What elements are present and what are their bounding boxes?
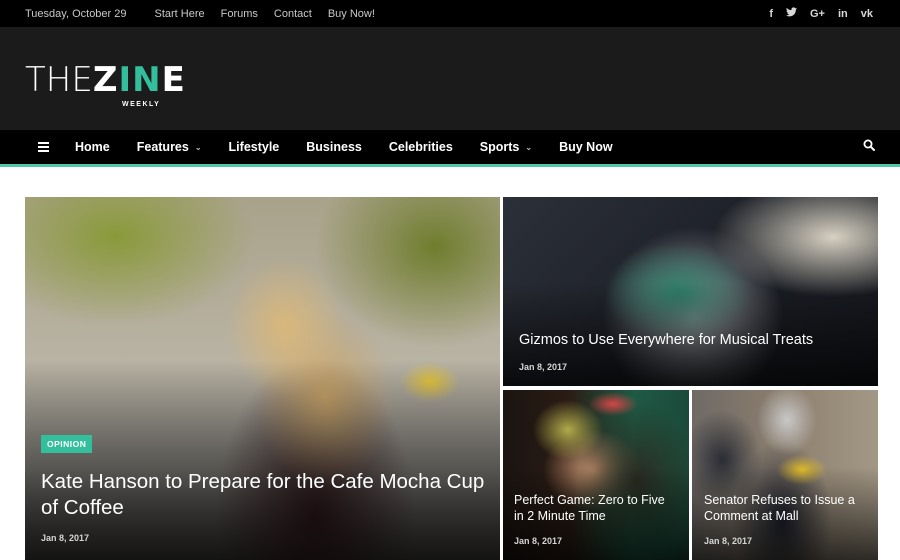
top-link-buy-now[interactable]: Buy Now! (328, 8, 375, 20)
nav-label: Buy Now (559, 140, 613, 154)
chevron-down-icon: ⌄ (194, 143, 202, 152)
nav-label: Celebrities (388, 140, 453, 154)
article-title[interactable]: Senator Refuses to Issue a Comment at Ma… (704, 492, 864, 524)
nav-label: Sports (479, 140, 520, 154)
nav-item-features[interactable]: Features ⌄ (137, 140, 202, 154)
site-header: THEZINE WEEKLY (0, 27, 900, 130)
twitter-icon[interactable] (785, 7, 797, 20)
hamburger-menu-icon[interactable] (38, 140, 49, 154)
nav-label: Home (75, 140, 110, 154)
nav-label: Lifestyle (228, 140, 280, 154)
article-content: Senator Refuses to Issue a Comment at Ma… (704, 492, 864, 546)
featured-article-bottom-right[interactable]: Senator Refuses to Issue a Comment at Ma… (692, 390, 878, 560)
nav-label: Business (306, 140, 362, 154)
chevron-down-icon: ⌄ (525, 143, 533, 152)
logo-text-the: THE (25, 60, 93, 100)
top-link-forums[interactable]: Forums (221, 8, 258, 20)
vk-icon[interactable]: vk (861, 8, 873, 20)
featured-article-bottom-left[interactable]: Perfect Game: Zero to Five in 2 Minute T… (503, 390, 689, 560)
nav-label: Features (136, 140, 189, 154)
linkedin-icon[interactable]: in (838, 8, 848, 20)
current-date: Tuesday, October 29 (25, 7, 127, 20)
article-title[interactable]: Kate Hanson to Prepare for the Cafe Moch… (41, 469, 486, 521)
top-bar: Tuesday, October 29 Start Here Forums Co… (0, 0, 900, 27)
article-content: Perfect Game: Zero to Five in 2 Minute T… (514, 492, 675, 546)
facebook-icon[interactable]: f (769, 8, 773, 20)
article-content: OPINION Kate Hanson to Prepare for the C… (41, 434, 486, 543)
google-plus-icon[interactable]: G+ (810, 8, 825, 20)
top-links: Start Here Forums Contact Buy Now! (155, 8, 375, 20)
category-badge[interactable]: OPINION (41, 434, 93, 453)
nav-item-business[interactable]: Business (306, 140, 362, 154)
article-date: Jan 8, 2017 (514, 536, 563, 546)
article-content: Gizmos to Use Everywhere for Musical Tre… (519, 331, 864, 372)
logo-text-e: E (161, 60, 186, 100)
featured-article-main[interactable]: OPINION Kate Hanson to Prepare for the C… (25, 197, 500, 560)
top-link-start-here[interactable]: Start Here (155, 8, 205, 20)
featured-article-top-right[interactable]: Gizmos to Use Everywhere for Musical Tre… (503, 197, 878, 386)
nav-item-celebrities[interactable]: Celebrities (389, 140, 453, 154)
article-title[interactable]: Perfect Game: Zero to Five in 2 Minute T… (514, 492, 675, 524)
article-date: Jan 8, 2017 (519, 362, 568, 372)
main-nav: Home Features ⌄ Lifestyle Business Celebr… (0, 130, 900, 167)
nav-item-lifestyle[interactable]: Lifestyle (229, 140, 280, 154)
nav-item-home[interactable]: Home (75, 140, 110, 154)
search-icon[interactable] (863, 138, 875, 156)
article-date: Jan 8, 2017 (41, 533, 90, 543)
logo-text-in: IN (118, 60, 162, 100)
nav-item-buy-now[interactable]: Buy Now (559, 140, 612, 154)
nav-item-sports[interactable]: Sports ⌄ (480, 140, 532, 154)
logo-subtitle: WEEKLY (122, 101, 161, 108)
social-links: f G+ in vk (769, 7, 873, 20)
top-link-contact[interactable]: Contact (274, 8, 312, 20)
article-date: Jan 8, 2017 (704, 536, 753, 546)
featured-grid: OPINION Kate Hanson to Prepare for the C… (25, 197, 878, 560)
logo-text-z: Z (92, 60, 119, 100)
site-logo[interactable]: THEZINE WEEKLY (25, 60, 186, 108)
article-title[interactable]: Gizmos to Use Everywhere for Musical Tre… (519, 331, 864, 350)
